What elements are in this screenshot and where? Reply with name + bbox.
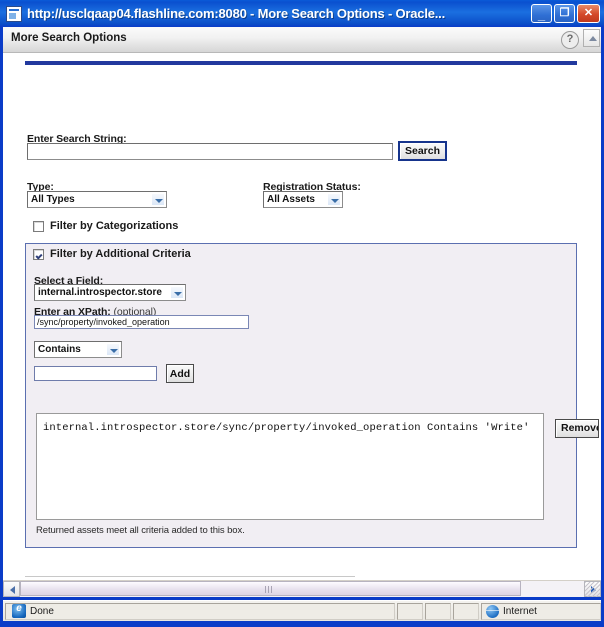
title-bar: http://usclqaap04.flashline.com:8080 - M… [0, 0, 604, 27]
browser-client-area: More Search Options ? Enter Search Strin… [3, 27, 601, 595]
add-criteria-button[interactable]: Add [166, 364, 194, 383]
filter-categorizations-checkbox[interactable] [33, 220, 44, 232]
filter-categorizations-label: Filter by Categorizations [50, 220, 179, 232]
minimize-button[interactable]: _ [531, 4, 552, 23]
horizontal-scrollbar[interactable] [3, 580, 601, 597]
globe-icon [486, 604, 499, 618]
chevron-down-icon [151, 193, 165, 206]
scroll-track[interactable] [20, 581, 584, 597]
scroll-left-button[interactable] [3, 581, 20, 597]
maximize-button[interactable]: ❐ [554, 4, 575, 23]
remove-criteria-button[interactable]: Remove [555, 419, 599, 438]
browser-window: http://usclqaap04.flashline.com:8080 - M… [0, 0, 604, 627]
scroll-up-button[interactable] [583, 29, 600, 47]
operator-select-value: Contains [38, 344, 81, 355]
page-icon [6, 5, 22, 22]
footer-divider [25, 576, 355, 577]
maximize-icon: ❐ [559, 7, 570, 19]
filter-additional-label: Filter by Additional Criteria [50, 248, 191, 260]
status-text: Done [30, 605, 54, 617]
close-button[interactable]: ✕ [577, 4, 600, 23]
accent-bar [25, 61, 577, 65]
xpath-input[interactable] [34, 315, 249, 329]
security-zone-pane: Internet [481, 602, 601, 620]
scroll-thumb[interactable] [20, 581, 521, 596]
search-input[interactable] [27, 143, 393, 160]
criteria-note: Returned assets meet all criteria added … [36, 525, 245, 536]
registration-status-select[interactable]: All Assets [263, 191, 343, 208]
close-icon: ✕ [583, 7, 594, 19]
page-content: Enter Search String: Search Type: All Ty… [3, 53, 599, 595]
select-field-value: internal.introspector.store [38, 287, 162, 298]
browser-icon [12, 603, 26, 618]
window-controls: _ ❐ ✕ [531, 4, 600, 23]
criteria-list-item: internal.introspector.store/sync/propert… [43, 422, 530, 434]
criteria-value-input[interactable] [34, 366, 157, 381]
filter-additional-checkbox[interactable] [33, 248, 44, 260]
registration-status-value: All Assets [267, 194, 315, 205]
select-field-dropdown[interactable]: internal.introspector.store [34, 284, 186, 301]
status-bar: Done Internet [3, 600, 601, 621]
page-header: More Search Options ? [3, 27, 601, 53]
security-zone-text: Internet [503, 605, 537, 617]
minimize-icon: _ [537, 7, 546, 22]
chevron-down-icon [170, 286, 184, 299]
criteria-list-box[interactable]: internal.introspector.store/sync/propert… [36, 413, 544, 520]
filter-additional-row[interactable]: Filter by Additional Criteria [33, 248, 191, 260]
filter-categorizations-row[interactable]: Filter by Categorizations [33, 220, 178, 232]
chevron-down-icon [327, 193, 341, 206]
window-title: http://usclqaap04.flashline.com:8080 - M… [27, 6, 446, 21]
status-pane-2 [425, 602, 451, 620]
operator-select[interactable]: Contains [34, 341, 122, 358]
type-select[interactable]: All Types [27, 191, 167, 208]
resize-grip[interactable] [585, 582, 600, 597]
chevron-down-icon [106, 343, 120, 356]
help-icon[interactable]: ? [561, 31, 579, 49]
status-text-pane: Done [5, 602, 395, 620]
status-pane-1 [397, 602, 423, 620]
status-pane-3 [453, 602, 479, 620]
page-title: More Search Options [11, 32, 127, 44]
type-select-value: All Types [31, 194, 75, 205]
search-button-top[interactable]: Search [398, 141, 447, 161]
